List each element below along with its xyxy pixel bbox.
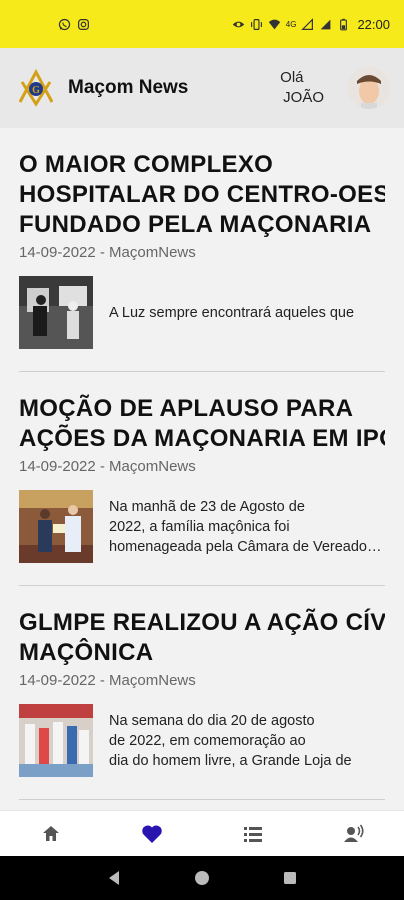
article-excerpt: Na manhã de 23 de Agosto de 2022, a famí…: [109, 497, 385, 557]
excerpt-line: A Luz sempre encontrará aqueles que: [109, 304, 355, 321]
article-title[interactable]: MOÇÃO DE APLAUSO PARA AÇÕES DA MAÇONARIA…: [19, 372, 385, 454]
list-icon: [243, 826, 262, 842]
excerpt-line: 2022, a família maçônica foi: [109, 518, 290, 535]
article-title[interactable]: O MAIOR COMPLEXO HOSPITALAR DO CENTRO-OE…: [19, 128, 385, 240]
news-feed[interactable]: O MAIOR COMPLEXO HOSPITALAR DO CENTRO-OE…: [0, 128, 404, 810]
news-card[interactable]: MOÇÃO DE APLAUSO PARA AÇÕES DA MAÇONARIA…: [19, 372, 385, 586]
heart-icon: [141, 824, 162, 843]
article-title-line: O MAIOR COMPLEXO: [19, 151, 274, 178]
thumbnail-photo: [19, 490, 93, 563]
excerpt-line: dia do homem livre, a Grande Loja de: [109, 752, 352, 769]
bottom-navigation: [0, 810, 404, 856]
article-thumbnail[interactable]: [19, 704, 93, 777]
home-icon: [42, 825, 59, 841]
avatar[interactable]: [348, 67, 390, 109]
network-type: 4G: [285, 19, 297, 29]
article-meta: 14-09-2022 - MaçomNews: [19, 458, 196, 475]
user-name: JOÃO: [283, 89, 324, 106]
vibrate-icon: [250, 18, 262, 30]
signal-icon: [301, 17, 314, 30]
eye-icon: [232, 21, 244, 27]
article-title-line: MOÇÃO DE APLAUSO PARA: [19, 395, 354, 422]
excerpt-line: Na manhã de 23 de Agosto de: [109, 498, 305, 515]
article-title-line: AÇÕES DA MAÇONARIA EM IPOJUCA: [19, 425, 385, 452]
whatsapp-icon: [58, 18, 71, 30]
signal-icon-2: [321, 19, 331, 29]
app-header: G Maçom News Olá JOÃO: [0, 48, 404, 128]
greeting-text: Olá: [280, 69, 304, 86]
article-title[interactable]: GLMPE REALIZOU A AÇÃO CÍVICA MAÇÔNICA: [19, 586, 385, 668]
nav-favorites[interactable]: [122, 814, 182, 854]
notification-icons: [58, 18, 90, 31]
article-meta: 14-09-2022 - MaçomNews: [19, 244, 196, 261]
battery-icon: [340, 18, 348, 30]
article-thumbnail[interactable]: [19, 490, 93, 563]
article-body: A Luz sempre encontrará aqueles que: [19, 276, 385, 371]
article-meta: 14-09-2022 - MaçomNews: [19, 672, 196, 689]
system-icons: 4G 22:00: [232, 17, 390, 32]
article-body: Na semana do dia 20 de agosto de 2022, e…: [19, 704, 385, 799]
avatar-photo: [348, 67, 390, 109]
masonic-logo-icon: G: [18, 68, 54, 107]
article-body: Na manhã de 23 de Agosto de 2022, a famí…: [19, 490, 385, 585]
home-circle-icon[interactable]: [194, 870, 210, 886]
nav-list[interactable]: [223, 814, 283, 854]
back-icon[interactable]: [107, 870, 121, 886]
system-navigation-bar: [0, 856, 404, 900]
thumbnail-photo: [19, 276, 93, 349]
article-title-line: GLMPE REALIZOU A AÇÃO CÍVICA: [19, 609, 385, 636]
article-thumbnail[interactable]: [19, 276, 93, 349]
status-bar: 4G 22:00: [0, 0, 404, 48]
article-excerpt: A Luz sempre encontrará aqueles que: [109, 283, 354, 343]
recents-icon[interactable]: [283, 871, 297, 885]
instagram-icon: [78, 18, 89, 30]
article-title-line: FUNDADO PELA MAÇONARIA: [19, 211, 372, 238]
user-greeting: Olá JOÃO: [280, 68, 324, 108]
article-excerpt: Na semana do dia 20 de agosto de 2022, e…: [109, 711, 352, 771]
svg-text:G: G: [32, 85, 40, 96]
news-card[interactable]: GLMPE REALIZOU A AÇÃO CÍVICA MAÇÔNICA 14…: [19, 586, 385, 800]
app-title: Maçom News: [68, 77, 189, 98]
wifi-icon: [268, 19, 280, 29]
nav-home[interactable]: [21, 814, 81, 854]
status-time: 22:00: [357, 16, 390, 32]
article-title-line: MAÇÔNICA: [19, 639, 154, 666]
excerpt-line: homenageada pela Câmara de Vereadores: [109, 538, 385, 555]
excerpt-line: de 2022, em comemoração ao: [109, 732, 306, 749]
voice-icon: [343, 824, 364, 842]
excerpt-line: Na semana do dia 20 de agosto: [109, 712, 315, 729]
thumbnail-photo: [19, 704, 93, 777]
news-card[interactable]: O MAIOR COMPLEXO HOSPITALAR DO CENTRO-OE…: [19, 128, 385, 372]
nav-voice[interactable]: [324, 814, 384, 854]
article-title-line: HOSPITALAR DO CENTRO-OESTE: [19, 181, 385, 208]
